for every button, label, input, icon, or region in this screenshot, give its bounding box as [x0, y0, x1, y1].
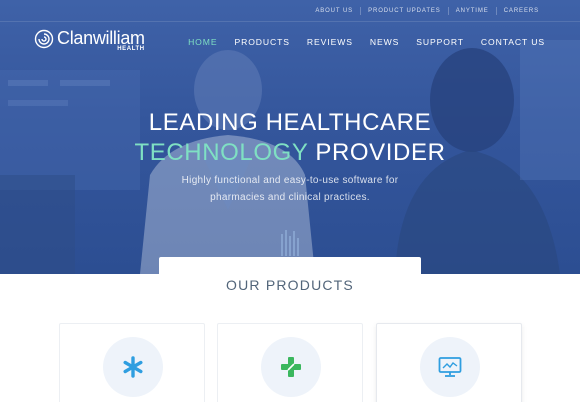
- nav-item-support[interactable]: SUPPORT: [416, 37, 464, 47]
- hero-title-rest: PROVIDER: [315, 139, 446, 166]
- product-card-2[interactable]: [217, 323, 363, 402]
- hero-title-line2: TECHNOLOGY PROVIDER: [0, 138, 580, 168]
- hero-subtitle-line2: pharmacies and clinical practices.: [210, 192, 370, 203]
- topbar-link-product-updates[interactable]: PRODUCT UPDATES: [360, 6, 448, 15]
- monitor-icon: [438, 357, 462, 377]
- logo-spiral-icon: [34, 29, 54, 49]
- site-logo[interactable]: Clanwilliam HEALTH: [34, 28, 145, 52]
- asterisk-icon: [123, 356, 143, 378]
- hero-title-line1: LEADING HEALTHCARE: [148, 109, 432, 136]
- logo-name: Clanwilliam: [57, 28, 145, 48]
- hero-subtitle-line1: Highly functional and easy-to-use softwa…: [181, 175, 399, 186]
- nav-item-contact[interactable]: CONTACT US: [481, 37, 545, 47]
- topbar-link-anytime[interactable]: ANYTIME: [447, 6, 496, 15]
- utility-bar: ABOUT US PRODUCT UPDATES ANYTIME CAREERS: [0, 0, 580, 22]
- pharmacy-cross-icon: [281, 357, 301, 377]
- topbar-link-careers[interactable]: CAREERS: [495, 6, 546, 15]
- nav-item-home[interactable]: HOME: [188, 37, 217, 47]
- products-heading: OUR PRODUCTS: [226, 277, 354, 293]
- main-navigation: HOME PRODUCTS REVIEWS NEWS SUPPORT CONTA…: [171, 37, 545, 47]
- hero-subtitle: Highly functional and easy-to-use softwa…: [0, 172, 580, 206]
- product-card-1[interactable]: [59, 323, 205, 402]
- hero-title-accent: TECHNOLOGY: [134, 139, 309, 166]
- hero-section: ABOUT US PRODUCT UPDATES ANYTIME CAREERS…: [0, 0, 580, 274]
- nav-item-products[interactable]: PRODUCTS: [234, 37, 289, 47]
- nav-item-reviews[interactable]: REVIEWS: [307, 37, 353, 47]
- nav-item-news[interactable]: NEWS: [370, 37, 399, 47]
- topbar-link-about[interactable]: ABOUT US: [308, 7, 360, 15]
- product-card-3[interactable]: [376, 323, 522, 402]
